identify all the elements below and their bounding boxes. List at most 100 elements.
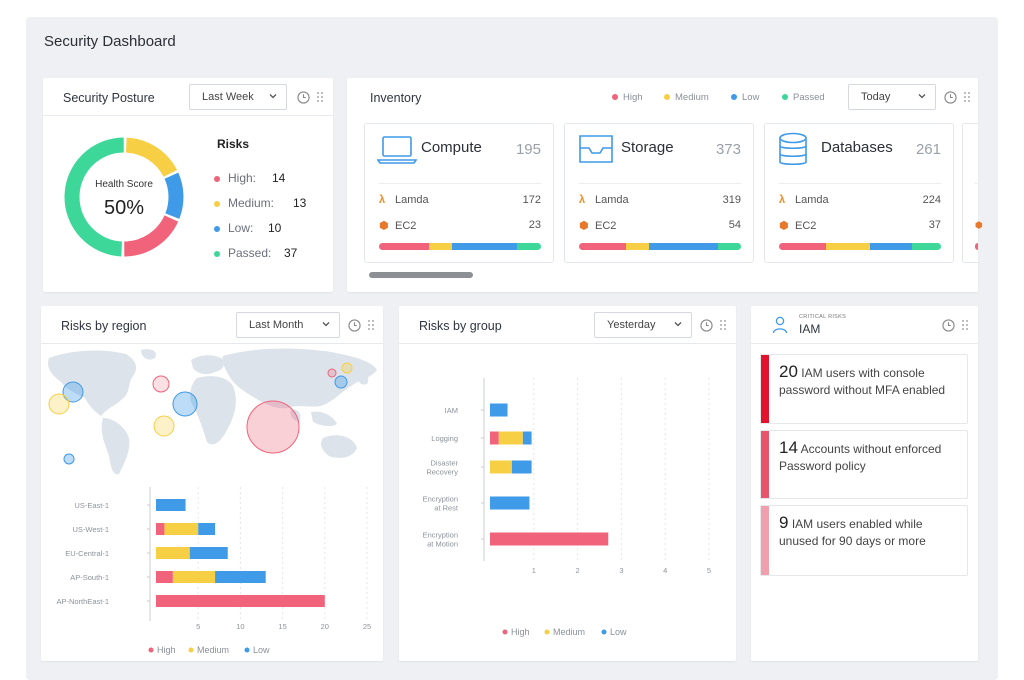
critical-risk-desc: IAM users enabled while unused for 90 da…	[779, 517, 926, 548]
critical-title: IAM	[799, 322, 821, 336]
divider	[975, 183, 978, 184]
inventory-compute-card[interactable]: Compute 195 λ Lamda 172 ⬢ EC2 23	[364, 123, 554, 263]
inventory-scrollbar[interactable]	[369, 272, 473, 278]
bar-segment-passed	[516, 243, 541, 250]
critical-risk-text: 9 IAM users enabled while unused for 90 …	[779, 514, 961, 550]
health-score-value: 50%	[103, 197, 145, 219]
legend-label: High	[623, 92, 643, 103]
chevron-down-icon	[269, 94, 277, 99]
select-value: Last Month	[249, 319, 304, 331]
legend-dot	[544, 629, 550, 635]
legend-dot	[731, 94, 737, 101]
inventory-range-select[interactable]: Today	[848, 84, 936, 110]
storage-tray-icon	[579, 135, 613, 163]
bar-medium	[490, 460, 512, 474]
legend-dot	[502, 629, 508, 635]
risk-value: 13	[293, 196, 307, 210]
critical-risk-desc: IAM users with console password without …	[779, 366, 946, 397]
bar-low	[156, 499, 186, 511]
row-label: EC2	[595, 220, 617, 232]
bar-segment-high	[379, 243, 430, 250]
bar-low	[522, 431, 532, 445]
bar-segment-medium	[625, 243, 649, 250]
inventory-row-lamda: λ Lamda 224	[779, 194, 941, 206]
bar-low	[198, 523, 216, 535]
legend-dot	[214, 175, 220, 182]
ec2-icon: ⬢	[975, 220, 983, 230]
card-header: Risks by region Last Month	[41, 306, 383, 344]
donut-slice-high	[123, 215, 179, 257]
clock-icon[interactable]	[700, 319, 713, 332]
tick-label: 15	[278, 622, 286, 631]
card-header: Risks by group Yesterday	[399, 306, 736, 344]
clock-icon[interactable]	[942, 319, 955, 332]
risk-split-bar	[379, 243, 541, 250]
card-title: Risks by region	[61, 319, 147, 333]
critical-risk-item[interactable]: 9 IAM users enabled while unused for 90 …	[760, 505, 968, 576]
select-value: Today	[861, 91, 891, 103]
inventory-name: Storage	[621, 139, 674, 156]
risks-by-group-chart: 1 2 3 4 5 IAM Logging DisasterRecovery Encryptio…	[423, 378, 711, 637]
risk-value: 14	[272, 171, 286, 185]
laptop-icon	[377, 136, 417, 164]
database-icon	[779, 132, 807, 166]
risk-value: 37	[284, 246, 298, 260]
drag-handle-icon[interactable]	[719, 319, 727, 331]
row-label: Lamda	[795, 194, 829, 206]
clock-icon[interactable]	[297, 91, 310, 104]
legend-dot	[214, 225, 220, 232]
legend-label: Low	[253, 645, 270, 655]
critical-caption: CRITICAL RISKS	[799, 314, 847, 320]
tick-label: 5	[196, 622, 200, 631]
card-header: CRITICAL RISKS IAM	[751, 306, 978, 344]
legend-dot	[612, 94, 618, 101]
region-range-select[interactable]: Last Month	[236, 312, 340, 338]
chevron-down-icon	[918, 94, 926, 99]
row-label: EC2	[395, 220, 417, 232]
severity-stripe	[761, 355, 769, 423]
bar-low	[189, 547, 228, 559]
critical-risk-item[interactable]: 14 Accounts without enforced Password po…	[760, 430, 968, 499]
category-label: AP-South-1	[70, 573, 109, 582]
category-label: Disaster	[430, 459, 458, 468]
critical-risk-count: 14	[779, 438, 798, 457]
severity-stripe	[761, 506, 769, 575]
category-label: AP-NorthEast-1	[56, 597, 109, 606]
legend-passed: Passed	[782, 92, 825, 103]
page-title: Security Dashboard	[44, 33, 176, 50]
category-label: IAM	[445, 406, 458, 415]
inventory-card-partial[interactable]: ⬢	[962, 123, 983, 263]
tick-label: 20	[321, 622, 329, 631]
tick-label: 1	[532, 566, 536, 575]
legend-dot	[214, 200, 220, 207]
bar-segment-low	[648, 243, 719, 250]
clock-icon[interactable]	[944, 91, 957, 104]
clock-icon[interactable]	[348, 319, 361, 332]
inventory-storage-card[interactable]: Storage 373 λ Lamda 319 ⬢ EC2 54	[564, 123, 754, 263]
bar-low	[215, 571, 266, 583]
legend-dot	[782, 94, 788, 101]
critical-risk-desc: Accounts without enforced Password polic…	[779, 442, 942, 473]
posture-range-select[interactable]: Last Week	[189, 84, 287, 110]
critical-risk-item[interactable]: 20 IAM users with console password witho…	[760, 354, 968, 424]
bar-segment-medium	[825, 243, 870, 250]
row-label: Lamda	[595, 194, 629, 206]
drag-handle-icon[interactable]	[963, 91, 971, 103]
select-value: Last Week	[202, 91, 254, 103]
critical-risk-count: 9	[779, 513, 789, 532]
bar-high	[490, 532, 609, 546]
row-value: 319	[722, 194, 741, 206]
drag-handle-icon[interactable]	[316, 91, 324, 103]
drag-handle-icon[interactable]	[367, 319, 375, 331]
inventory-databases-card[interactable]: Databases 261 λ Lamda 224 ⬢ EC2 37	[764, 123, 954, 263]
group-range-select[interactable]: Yesterday	[594, 312, 692, 338]
ec2-icon: ⬢	[379, 220, 389, 232]
inventory-row-lamda: λ Lamda 172	[379, 194, 541, 206]
legend-label: High	[157, 645, 176, 655]
inventory-row-ec2: ⬢ EC2 37	[779, 219, 941, 232]
drag-handle-icon[interactable]	[961, 319, 969, 331]
risk-label: Medium:	[228, 196, 275, 210]
bar-segment-high	[579, 243, 626, 250]
category-label: Encryption	[423, 531, 458, 540]
card-title: Risks by group	[419, 319, 502, 333]
